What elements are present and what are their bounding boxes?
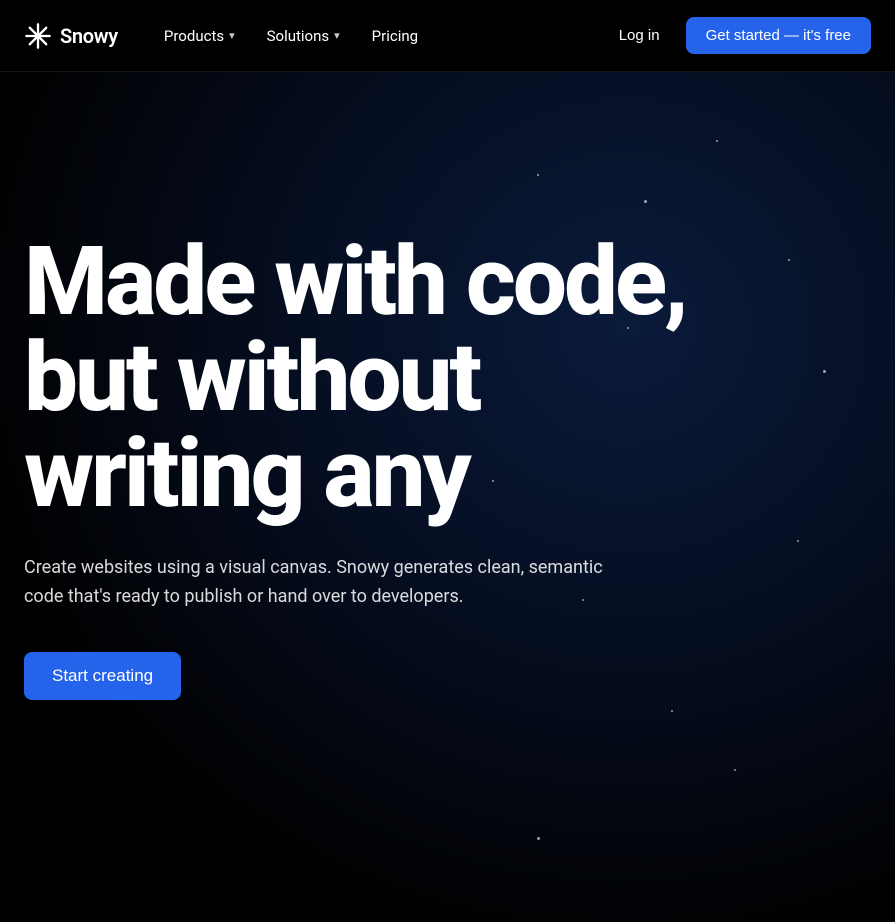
- nav-solutions[interactable]: Solutions ▾: [253, 19, 354, 53]
- particle-dot: [644, 200, 647, 203]
- navbar: Snowy Products ▾ Solutions ▾ Pricing Log…: [0, 0, 895, 72]
- solutions-chevron-icon: ▾: [334, 29, 340, 42]
- logo[interactable]: Snowy: [24, 22, 118, 50]
- hero-section: Made with code, but without writing any …: [0, 72, 895, 922]
- solutions-label: Solutions: [267, 27, 330, 45]
- particle-dot: [671, 710, 673, 712]
- login-button[interactable]: Log in: [605, 19, 674, 52]
- nav-products[interactable]: Products ▾: [150, 19, 249, 53]
- particle-dot: [823, 370, 826, 373]
- start-creating-button[interactable]: Start creating: [24, 652, 181, 700]
- particle-dot: [537, 837, 540, 840]
- pricing-label: Pricing: [372, 27, 418, 45]
- hero-title: Made with code, but without writing any: [24, 234, 804, 522]
- nav-links: Products ▾ Solutions ▾ Pricing: [150, 19, 605, 53]
- logo-text: Snowy: [60, 24, 118, 48]
- nav-pricing[interactable]: Pricing: [358, 19, 432, 53]
- particle-dot: [537, 174, 539, 176]
- get-started-button[interactable]: Get started — it's free: [686, 17, 871, 54]
- hero-subtitle: Create websites using a visual canvas. S…: [24, 554, 644, 612]
- nav-actions: Log in Get started — it's free: [605, 17, 871, 54]
- products-chevron-icon: ▾: [229, 29, 235, 42]
- particle-dot: [734, 769, 736, 771]
- hero-title-line3: writing any: [24, 418, 469, 530]
- products-label: Products: [164, 27, 224, 45]
- snowflake-icon: [24, 22, 52, 50]
- hero-content: Made with code, but without writing any …: [24, 234, 804, 700]
- particle-dot: [716, 140, 718, 142]
